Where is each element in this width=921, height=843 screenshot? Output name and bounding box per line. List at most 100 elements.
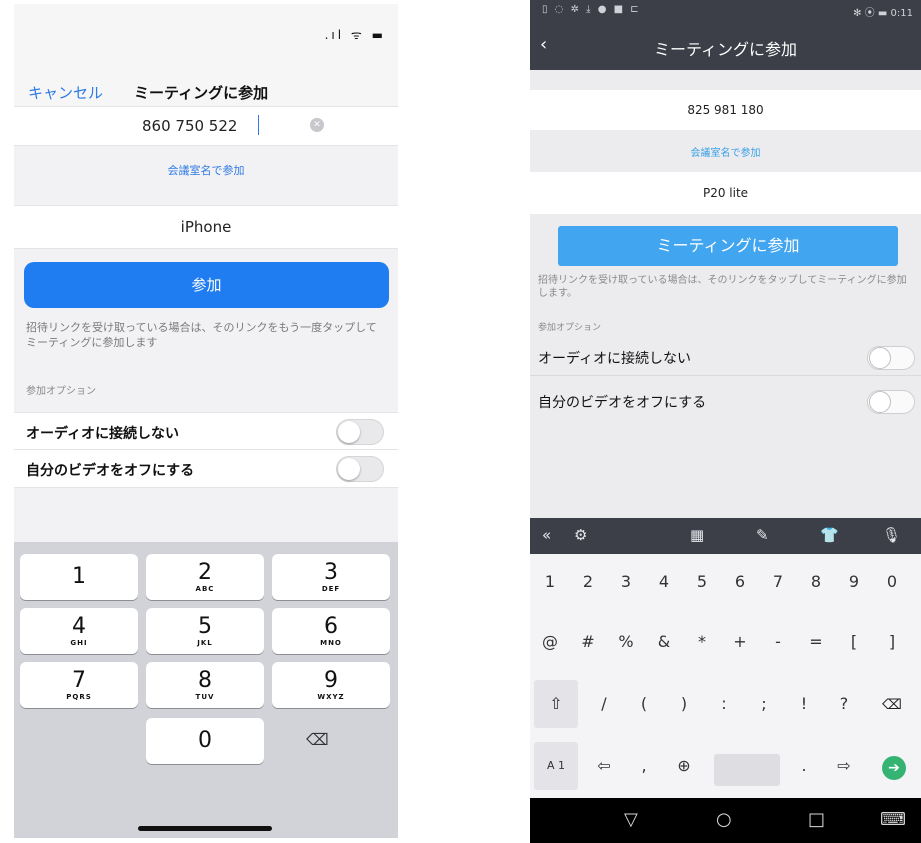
comma-key[interactable]: ,: [626, 742, 662, 790]
toggle-knob: [338, 421, 360, 443]
backspace-icon[interactable]: ⌫: [306, 730, 329, 749]
join-meeting-button[interactable]: ミーティングに参加: [558, 226, 898, 266]
key-number: 0: [198, 728, 212, 753]
microphone-icon[interactable]: 🎙: [882, 526, 901, 544]
alpha-numeric-switch-key[interactable]: A 1: [534, 742, 578, 790]
key-5[interactable]: 5 JKL: [146, 608, 264, 654]
key[interactable]: *: [684, 618, 720, 666]
shift-key[interactable]: ⇧: [534, 680, 578, 728]
key[interactable]: ;: [746, 680, 782, 728]
key[interactable]: [: [836, 618, 872, 666]
key-8[interactable]: 8 TUV: [146, 662, 264, 708]
key[interactable]: ?: [826, 680, 862, 728]
video-off-toggle[interactable]: [867, 390, 915, 414]
option-video-off: 自分のビデオをオフにする: [14, 450, 398, 488]
ios-nav-bar: キャンセル ミーティングに参加: [14, 72, 398, 110]
key[interactable]: +: [722, 618, 758, 666]
space-key[interactable]: [714, 754, 780, 786]
key[interactable]: :: [706, 680, 742, 728]
key-3[interactable]: 3 DEF: [272, 554, 390, 600]
key[interactable]: @: [532, 618, 568, 666]
no-audio-toggle[interactable]: [336, 419, 384, 445]
key[interactable]: 5: [684, 558, 720, 606]
gear-icon[interactable]: ⚙: [574, 526, 587, 544]
key[interactable]: %: [608, 618, 644, 666]
join-by-room-name-link[interactable]: 会議室名で参加: [530, 144, 921, 159]
key[interactable]: ): [666, 680, 702, 728]
key-number: 9: [324, 668, 338, 693]
key-number: 5: [198, 614, 212, 639]
key[interactable]: 6: [722, 558, 758, 606]
key-9[interactable]: 9 WXYZ: [272, 662, 390, 708]
key[interactable]: 1: [532, 558, 568, 606]
page-title: ミーティングに参加: [134, 84, 269, 102]
key-number: 8: [198, 668, 212, 693]
cancel-button[interactable]: キャンセル: [28, 82, 103, 103]
key[interactable]: #: [570, 618, 606, 666]
key-2[interactable]: 2 ABC: [146, 554, 264, 600]
key-letters: GHI: [70, 639, 88, 647]
option-no-audio: オーディオに接続しない: [14, 412, 398, 450]
display-name-input[interactable]: iPhone: [14, 205, 398, 249]
delete-key-icon[interactable]: ⌫: [876, 692, 908, 718]
toggle-knob: [338, 458, 360, 480]
key-0[interactable]: 0: [146, 718, 264, 764]
android-join-meeting-screen: ▯ ◌ ✲ ⤓ ● ■ ⊏ ✻ ⦿ ▬ 0:11 ‹ ミーティングに参加 825…: [530, 0, 921, 843]
key[interactable]: 7: [760, 558, 796, 606]
key-4[interactable]: 4 GHI: [20, 608, 138, 654]
key[interactable]: 4: [646, 558, 682, 606]
key[interactable]: /: [586, 680, 622, 728]
collapse-icon[interactable]: «: [542, 526, 551, 544]
option-video-off-label: 自分のビデオをオフにする: [538, 395, 707, 411]
keyboard-layout-icon[interactable]: ▦: [690, 526, 704, 544]
key-number: 3: [324, 560, 338, 585]
key[interactable]: -: [760, 618, 796, 666]
no-audio-toggle[interactable]: [867, 346, 915, 370]
key-6[interactable]: 6 MNO: [272, 608, 390, 654]
skin-icon[interactable]: 👕: [820, 526, 839, 544]
home-indicator[interactable]: [138, 826, 272, 831]
clear-input-icon[interactable]: ✕: [310, 118, 324, 132]
key[interactable]: 3: [608, 558, 644, 606]
join-button[interactable]: 参加: [24, 262, 389, 308]
system-navigation-bar: ▽ ○ □ ⌨: [530, 798, 921, 843]
home-icon[interactable]: ○: [716, 809, 732, 830]
key-number: 4: [72, 614, 86, 639]
key[interactable]: (: [626, 680, 662, 728]
join-by-room-name-link[interactable]: 会議室名で参加: [14, 162, 398, 178]
keyboard-icon[interactable]: ⌨: [880, 809, 906, 830]
cursor-right-key[interactable]: ⇨: [826, 742, 862, 790]
key[interactable]: ]: [874, 618, 910, 666]
cursor-left-key[interactable]: ⇦: [586, 742, 622, 790]
key[interactable]: =: [798, 618, 834, 666]
period-key[interactable]: .: [786, 742, 822, 790]
key[interactable]: &: [646, 618, 682, 666]
ios-status-bar: .ıl ᯤ ▬: [14, 4, 398, 72]
key[interactable]: !: [786, 680, 822, 728]
toggle-knob: [869, 347, 891, 369]
recents-icon[interactable]: □: [808, 809, 825, 830]
key[interactable]: 0: [874, 558, 910, 606]
key-number: 1: [72, 564, 86, 589]
key-7[interactable]: 7 PQRS: [20, 662, 138, 708]
go-key-icon[interactable]: ➔: [882, 756, 906, 780]
android-status-bar: ▯ ◌ ✲ ⤓ ● ■ ⊏ ✻ ⦿ ▬ 0:11: [530, 0, 921, 22]
key-number: 7: [72, 668, 86, 693]
ios-join-meeting-screen: .ıl ᯤ ▬ キャンセル ミーティングに参加 860 750 522 ✕ 会議…: [14, 4, 398, 838]
key[interactable]: 2: [570, 558, 606, 606]
edit-icon[interactable]: ✎: [756, 526, 769, 544]
option-no-audio-label: オーディオに接続しない: [538, 351, 692, 367]
display-name-input[interactable]: P20 lite: [530, 172, 921, 214]
symbol-keyboard: 1 2 3 4 5 6 7 8 9 0 @ # % & * + - = [ ] …: [530, 554, 921, 798]
android-nav-bar: ‹ ミーティングに参加: [530, 22, 921, 70]
meeting-id-input[interactable]: 860 750 522 ✕: [14, 106, 398, 146]
key[interactable]: 8: [798, 558, 834, 606]
key-1[interactable]: 1: [20, 554, 138, 600]
meeting-id-input[interactable]: 825 981 180: [530, 90, 921, 130]
back-icon[interactable]: ▽: [624, 809, 638, 830]
status-icons: .ıl ᯤ ▬: [324, 28, 386, 42]
key-number: 6: [324, 614, 338, 639]
key[interactable]: 9: [836, 558, 872, 606]
globe-key[interactable]: ⊕: [666, 742, 702, 790]
video-off-toggle[interactable]: [336, 456, 384, 482]
